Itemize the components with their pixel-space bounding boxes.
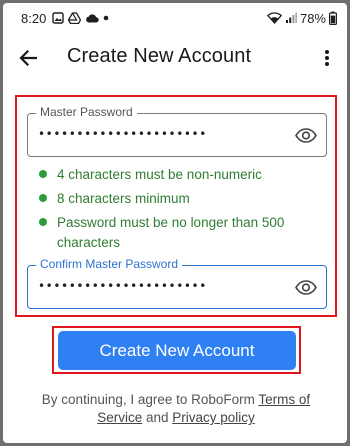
requirement-item: Password must be no longer than 500 char… [39,213,329,253]
dot-icon [103,15,109,21]
master-password-value: •••••••••••••••••••••• [38,127,207,141]
master-password-field[interactable]: Master Password •••••••••••••••••••••• [27,105,327,157]
requirement-item: 8 characters minimum [39,189,329,209]
requirement-item: 4 characters must be non-numeric [39,165,329,185]
privacy-policy-link[interactable]: Privacy policy [172,410,255,425]
confirm-password-value: •••••••••••••••••••••• [38,279,207,293]
password-requirements: 4 characters must be non-numeric 8 chara… [39,165,329,257]
check-dot-icon [39,194,47,202]
requirement-text: 8 characters minimum [57,191,190,206]
app-bar: Create New Account [3,33,347,81]
back-button[interactable] [15,45,41,71]
overflow-menu-button[interactable] [315,45,339,71]
requirement-text: Password must be no longer than 500 char… [57,215,285,250]
terms-notice: By continuing, I agree to RoboForm Terms… [23,391,329,427]
terms-conjunction: and [142,410,173,425]
more-vert-icon [325,50,329,66]
check-dot-icon [39,170,47,178]
master-password-label: Master Password [36,105,137,119]
show-confirm-password-toggle[interactable] [295,278,317,296]
show-password-toggle[interactable] [295,126,317,144]
signal-icon [285,12,297,24]
app-screen: 8:20 78% Create New Account Master Passw… [3,3,347,443]
arrow-back-icon [19,50,37,66]
battery-level: 78% [299,10,326,26]
battery-icon [329,11,337,25]
image-icon [52,12,65,24]
eye-icon [295,127,317,143]
eye-icon [295,279,317,295]
wifi-icon [266,12,282,24]
status-time: 8:20 [21,10,47,26]
create-account-button[interactable]: Create New Account [58,331,296,370]
confirm-password-label: Confirm Master Password [36,257,183,271]
requirement-text: 4 characters must be non-numeric [57,167,262,182]
terms-prefix: By continuing, I agree to RoboForm [41,392,259,407]
drive-icon [68,12,82,24]
cloud-icon [85,13,100,23]
check-dot-icon [39,218,47,226]
status-left: 8:20 [21,11,109,26]
status-bar: 8:20 78% [3,3,347,33]
page-title: Create New Account [67,45,252,67]
confirm-password-field[interactable]: Confirm Master Password ••••••••••••••••… [27,257,327,309]
status-right: 78% [266,10,337,26]
